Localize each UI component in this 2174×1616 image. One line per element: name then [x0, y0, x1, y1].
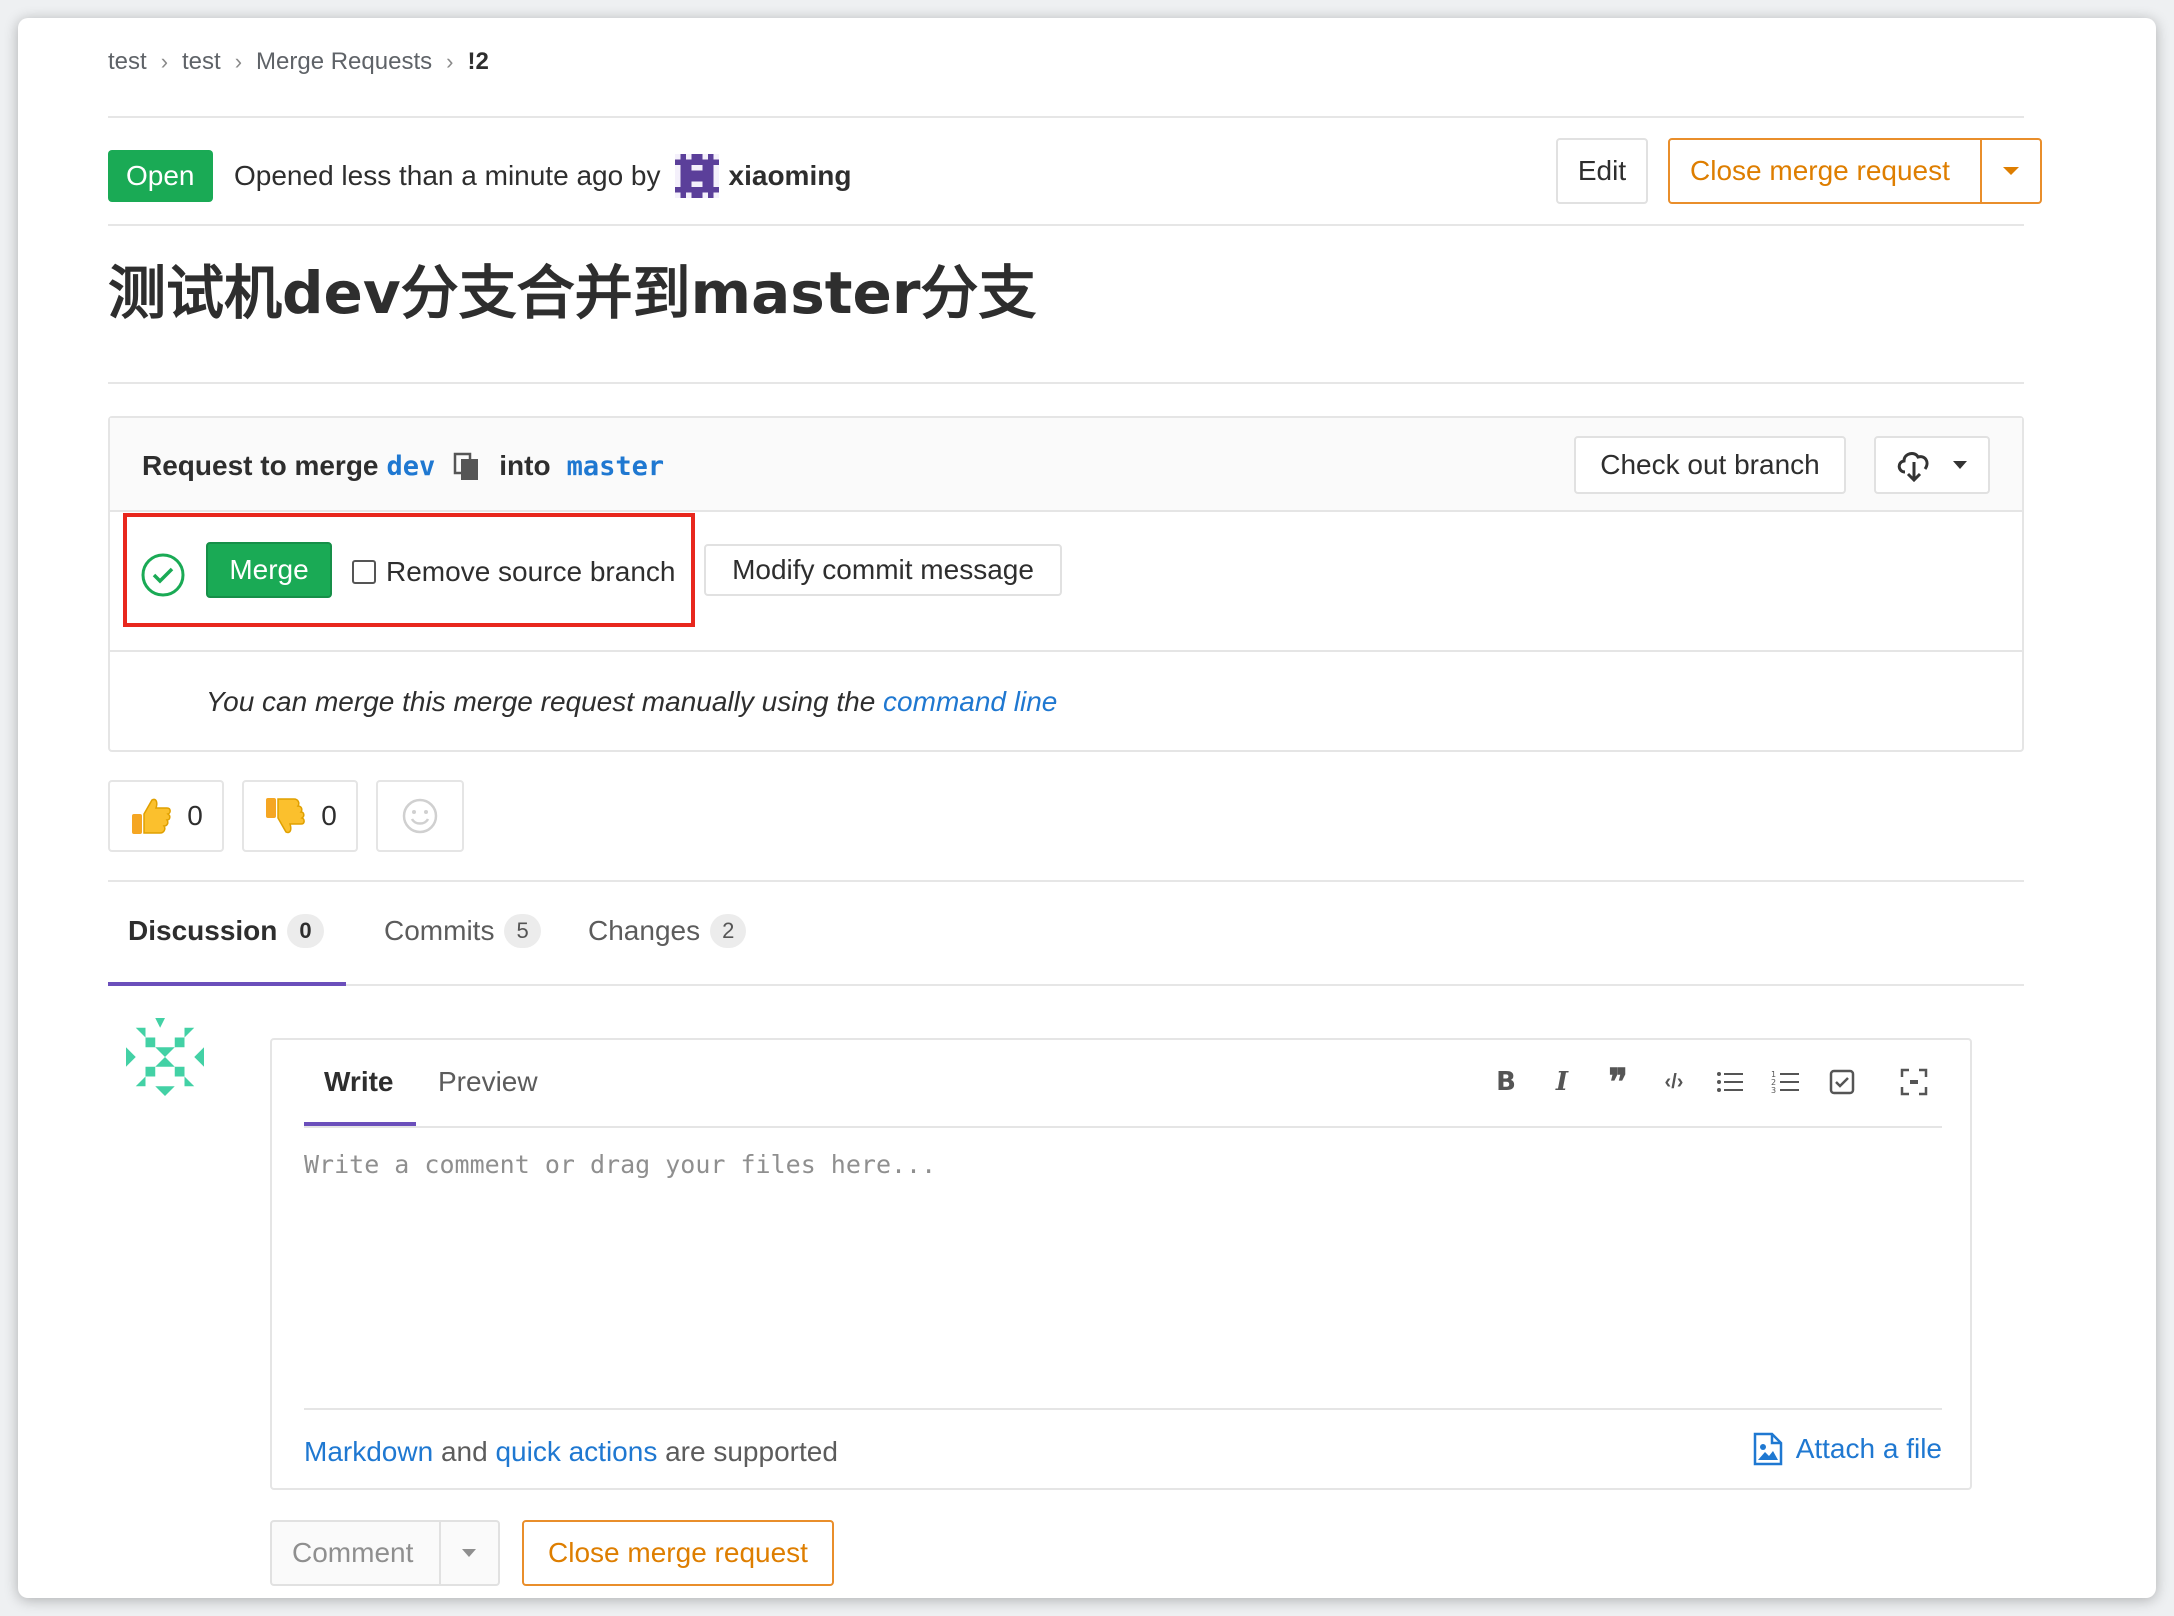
- bold-icon[interactable]: B: [1478, 1064, 1534, 1100]
- and-text: and: [440, 1436, 488, 1467]
- add-reaction-button[interactable]: [376, 780, 464, 852]
- breadcrumb-current[interactable]: !2: [467, 48, 488, 76]
- divider: [108, 382, 2024, 384]
- task-list-icon[interactable]: [1814, 1064, 1870, 1100]
- download-dropdown-button[interactable]: [1874, 436, 1990, 494]
- thumbs-down-icon: [266, 798, 306, 834]
- caret-down-icon: [1953, 461, 1967, 469]
- request-to-merge-label: Request to merge: [142, 450, 379, 481]
- tab-changes-label[interactable]: Changes: [588, 915, 700, 947]
- close-merge-request-label[interactable]: Close merge request: [1670, 155, 1980, 187]
- page-title: 测试机dev分支合并到master分支: [108, 259, 1037, 327]
- comment-textarea[interactable]: Write a comment or drag your files here.…: [304, 1150, 936, 1179]
- thumbs-down-award-button[interactable]: 0: [242, 780, 358, 852]
- merge-request-tabs: Discussion 0 Commits 5 Changes 2: [108, 880, 2024, 986]
- breadcrumb-group[interactable]: test: [108, 48, 147, 76]
- editor-footer: Markdown and quick actions are supported…: [304, 1408, 1942, 1490]
- active-editor-tab-indicator: [304, 1122, 416, 1126]
- merge-branches-info: Request to merge dev into master: [142, 450, 664, 482]
- tab-discussion-label[interactable]: Discussion: [128, 915, 277, 947]
- author-avatar[interactable]: [674, 154, 719, 198]
- write-tab[interactable]: Write: [324, 1066, 394, 1098]
- attach-file-button[interactable]: Attach a file: [1752, 1432, 1942, 1466]
- cloud-download-icon: [1897, 452, 1929, 482]
- quick-actions-link[interactable]: quick actions: [495, 1436, 657, 1467]
- italic-icon[interactable]: I: [1534, 1064, 1590, 1100]
- caret-down-icon[interactable]: [1980, 140, 2040, 202]
- browser-window: test › test › Merge Requests › !2 Open O…: [18, 18, 2156, 1598]
- source-branch-link[interactable]: dev: [387, 451, 436, 482]
- active-tab-indicator: [108, 982, 346, 986]
- code-icon[interactable]: ‹/›: [1646, 1064, 1702, 1100]
- chevron-right-icon: ›: [234, 49, 243, 74]
- markdown-toolbar: B I ❞ ‹/› 123: [1478, 1061, 1942, 1103]
- fullscreen-icon[interactable]: [1886, 1064, 1942, 1100]
- tab-commits-count: 5: [504, 914, 541, 948]
- file-image-icon: [1753, 1432, 1782, 1466]
- markdown-hint: Markdown and quick actions are supported: [304, 1436, 838, 1468]
- thumbs-up-award-button[interactable]: 0: [108, 780, 224, 852]
- merge-widget-footer: You can merge this merge request manuall…: [110, 652, 2022, 752]
- divider: [108, 224, 2024, 226]
- mr-header: Open Opened less than a minute ago by xi…: [108, 130, 2042, 204]
- markdown-link[interactable]: Markdown: [304, 1436, 433, 1467]
- copy-icon[interactable]: [451, 451, 481, 481]
- opened-info: Opened less than a minute ago by xiaomin…: [234, 154, 851, 198]
- target-branch-link[interactable]: master: [567, 451, 665, 482]
- thumbs-up-count: 0: [187, 800, 203, 831]
- chevron-right-icon: ›: [446, 49, 454, 74]
- numbered-list-icon[interactable]: 123: [1758, 1064, 1814, 1100]
- opened-text: Opened less than a minute ago by: [234, 160, 661, 191]
- tab-commits-label[interactable]: Commits: [384, 915, 494, 947]
- thumbs-up-icon: [132, 798, 172, 834]
- smiley-icon: [402, 798, 438, 834]
- preview-tab[interactable]: Preview: [438, 1066, 538, 1098]
- manual-merge-hint: You can merge this merge request manuall…: [206, 686, 1057, 718]
- merge-widget-header: Request to merge dev into master Check o…: [110, 418, 2022, 512]
- command-line-link[interactable]: command line: [883, 686, 1057, 717]
- tab-changes-count: 2: [710, 914, 747, 948]
- attach-file-label[interactable]: Attach a file: [1796, 1433, 1942, 1465]
- manual-merge-text: You can merge this merge request manuall…: [206, 686, 876, 717]
- check-out-branch-button[interactable]: Check out branch: [1574, 436, 1846, 494]
- comment-button-label[interactable]: Comment: [272, 1537, 439, 1569]
- edit-button[interactable]: Edit: [1556, 138, 1648, 204]
- into-label: into: [499, 450, 551, 481]
- svg-text:3: 3: [1771, 1086, 1776, 1095]
- comment-button[interactable]: Comment: [270, 1520, 500, 1586]
- caret-down-icon[interactable]: [438, 1522, 498, 1584]
- tab-changes[interactable]: Changes 2: [588, 914, 747, 948]
- chevron-right-icon: ›: [160, 49, 169, 74]
- highlight-box: [123, 513, 695, 627]
- thumbs-down-count: 0: [321, 800, 337, 831]
- breadcrumb: test › test › Merge Requests › !2: [108, 48, 489, 76]
- divider: [108, 116, 2024, 118]
- bullet-list-icon[interactable]: [1702, 1064, 1758, 1100]
- tab-discussion-count: 0: [287, 914, 324, 948]
- user-avatar[interactable]: [126, 1018, 204, 1096]
- breadcrumb-project[interactable]: test: [182, 48, 221, 76]
- tab-discussion[interactable]: Discussion 0: [128, 914, 324, 948]
- close-merge-request-button[interactable]: Close merge request: [1668, 138, 2042, 204]
- modify-commit-message-button[interactable]: Modify commit message: [704, 544, 1062, 596]
- author-link[interactable]: xiaoming: [729, 160, 852, 192]
- editor-tabs: Write Preview B I ❞ ‹/› 123: [304, 1040, 1942, 1128]
- status-badge: Open: [108, 150, 213, 202]
- merge-widget: Request to merge dev into master Check o…: [108, 416, 2024, 752]
- breadcrumb-merge-requests[interactable]: Merge Requests: [256, 48, 432, 76]
- close-merge-request-bottom-button[interactable]: Close merge request: [522, 1520, 834, 1586]
- tab-commits[interactable]: Commits 5: [384, 914, 541, 948]
- supported-text: are supported: [665, 1436, 838, 1467]
- merge-widget-body: Merge Remove source branch Modify commit…: [110, 512, 2022, 652]
- quote-icon[interactable]: ❞: [1590, 1061, 1646, 1103]
- comment-editor: Write Preview B I ❞ ‹/› 123 Write a comm…: [270, 1038, 1972, 1490]
